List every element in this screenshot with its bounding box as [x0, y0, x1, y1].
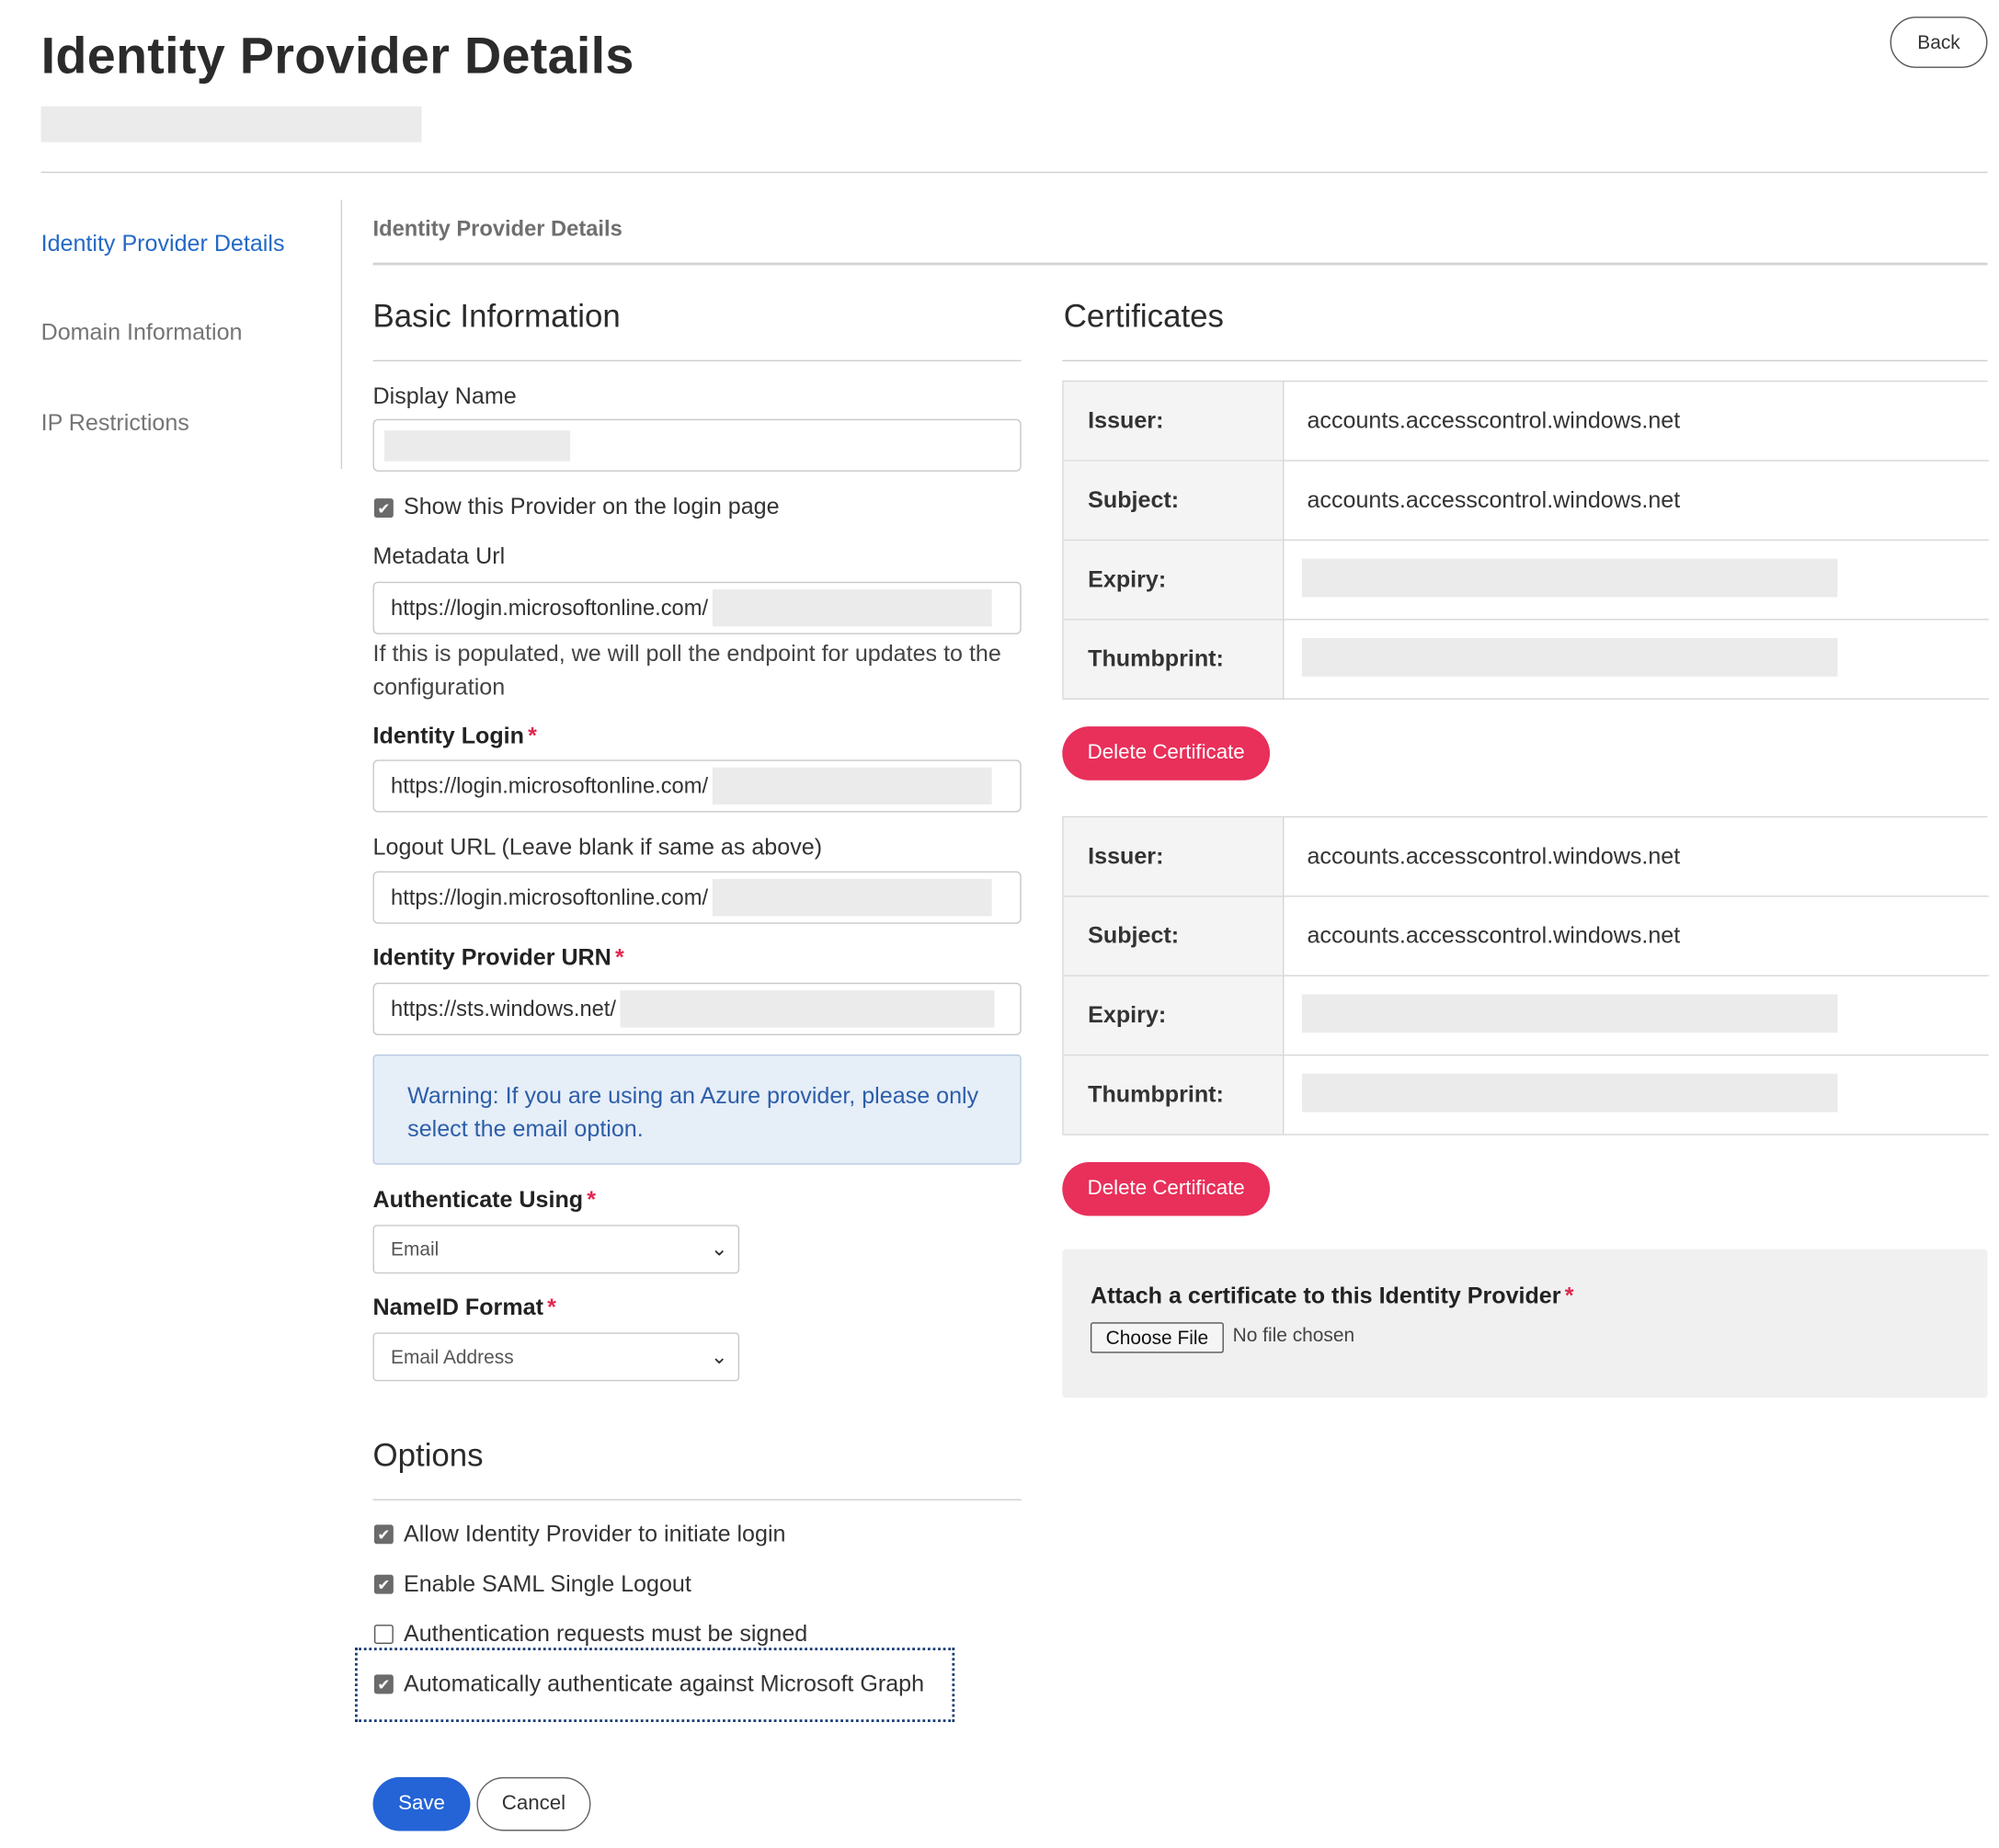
- certificate-table: Issuer: accounts.accesscontrol.windows.n…: [1062, 816, 1989, 1135]
- certificate-table: Issuer: accounts.accesscontrol.windows.n…: [1062, 380, 1989, 700]
- idp-urn-label: Identity Provider URN *: [372, 944, 624, 970]
- saml-single-logout-checkbox[interactable]: ✔: [373, 1574, 394, 1594]
- saml-single-logout-label: Enable SAML Single Logout: [403, 1570, 691, 1597]
- cert-thumbprint-redacted: [1301, 638, 1838, 677]
- idp-urn-redacted: [620, 990, 995, 1028]
- authenticate-using-select[interactable]: Email ⌄: [372, 1225, 740, 1274]
- cert-subject-value: accounts.accesscontrol.windows.net: [1307, 922, 1681, 949]
- check-icon: ✔: [377, 1575, 391, 1593]
- display-name-input[interactable]: [372, 418, 1022, 472]
- attach-certificate-panel: Attach a certificate to this Identity Pr…: [1062, 1249, 1988, 1398]
- cert-issuer-value: accounts.accesscontrol.windows.net: [1307, 842, 1681, 869]
- logout-url-input[interactable]: https://login.microsoftonline.com/: [372, 871, 1022, 924]
- metadata-url-input[interactable]: https://login.microsoftonline.com/: [372, 581, 1022, 634]
- nameid-format-label: NameID Format *: [372, 1294, 556, 1320]
- display-name-redacted: [384, 429, 571, 461]
- idp-urn-input[interactable]: https://sts.windows.net/: [372, 982, 1022, 1036]
- show-provider-checkbox[interactable]: ✔: [373, 498, 394, 519]
- cert-thumbprint-row: Thumbprint:: [1063, 620, 1989, 700]
- identity-login-input[interactable]: https://login.microsoftonline.com/: [372, 759, 1022, 813]
- cert-expiry-redacted: [1301, 558, 1838, 598]
- cert-thumbprint-row: Thumbprint:: [1063, 1055, 1989, 1135]
- cert-subject-value: accounts.accesscontrol.windows.net: [1307, 486, 1681, 513]
- delete-certificate-button[interactable]: Delete Certificate: [1062, 1161, 1271, 1216]
- metadata-url-label: Metadata Url: [372, 542, 506, 569]
- azure-warning: Warning: If you are using an Azure provi…: [372, 1054, 1022, 1165]
- chevron-down-icon: ⌄: [710, 1238, 728, 1261]
- basic-information-divider: [372, 359, 1022, 361]
- header-divider: [40, 171, 1988, 174]
- cancel-button[interactable]: Cancel: [476, 1776, 591, 1831]
- identity-login-value: https://login.microsoftonline.com/: [391, 773, 709, 798]
- certificates-heading: Certificates: [1063, 298, 1224, 335]
- delete-certificate-button[interactable]: Delete Certificate: [1062, 726, 1271, 781]
- allow-idp-initiate-checkbox[interactable]: ✔: [373, 1524, 394, 1545]
- cert-expiry-key: Expiry:: [1063, 541, 1285, 620]
- no-file-chosen-text: No file chosen: [1232, 1324, 1355, 1347]
- cert-issuer-key: Issuer:: [1063, 382, 1285, 461]
- ms-graph-auth-checkbox[interactable]: ✔: [373, 1674, 394, 1694]
- cert-subject-key: Subject:: [1063, 461, 1285, 540]
- display-name-label: Display Name: [372, 382, 517, 409]
- logout-url-label: Logout URL (Leave blank if same as above…: [372, 834, 823, 861]
- logout-url-value: https://login.microsoftonline.com/: [391, 884, 709, 909]
- cert-subject-row: Subject: accounts.accesscontrol.windows.…: [1063, 896, 1989, 976]
- cert-expiry-key: Expiry:: [1063, 975, 1285, 1055]
- metadata-url-value: https://login.microsoftonline.com/: [391, 595, 709, 620]
- basic-information-heading: Basic Information: [372, 298, 621, 335]
- cert-issuer-row: Issuer: accounts.accesscontrol.windows.n…: [1063, 817, 1989, 897]
- check-icon: ✔: [377, 498, 391, 518]
- choose-file-button[interactable]: Choose File: [1090, 1322, 1224, 1353]
- check-icon: ✔: [377, 1675, 391, 1694]
- cert-issuer-value: accounts.accesscontrol.windows.net: [1307, 407, 1681, 434]
- page-title: Identity Provider Details: [40, 28, 634, 85]
- save-button[interactable]: Save: [372, 1776, 471, 1831]
- metadata-url-help: If this is populated, we will poll the e…: [372, 640, 1001, 700]
- attach-certificate-label: Attach a certificate to this Identity Pr…: [1090, 1282, 1574, 1308]
- cert-issuer-row: Issuer: accounts.accesscontrol.windows.n…: [1063, 382, 1989, 462]
- idp-urn-value: https://sts.windows.net/: [391, 996, 616, 1021]
- identity-login-label: Identity Login *: [372, 722, 537, 748]
- cert-subject-key: Subject:: [1063, 896, 1285, 975]
- sidebar-item-domain-information[interactable]: Domain Information: [41, 319, 243, 346]
- cert-expiry-row: Expiry:: [1063, 975, 1989, 1056]
- certificates-divider: [1062, 359, 1988, 361]
- sidebar-divider: [340, 200, 343, 470]
- auth-requests-signed-label: Authentication requests must be signed: [403, 1620, 808, 1647]
- breadcrumb: Identity Provider Details: [372, 216, 623, 241]
- metadata-url-redacted: [712, 589, 992, 627]
- identity-login-redacted: [712, 767, 992, 805]
- sidebar-item-ip-restrictions[interactable]: IP Restrictions: [41, 410, 189, 437]
- auth-requests-signed-checkbox[interactable]: [373, 1625, 394, 1644]
- chevron-down-icon: ⌄: [710, 1346, 728, 1369]
- allow-idp-initiate-label: Allow Identity Provider to initiate logi…: [403, 1521, 786, 1547]
- back-button[interactable]: Back: [1890, 17, 1988, 68]
- cert-expiry-redacted: [1301, 994, 1838, 1033]
- nameid-format-value: Email Address: [391, 1345, 514, 1368]
- check-icon: ✔: [377, 1525, 391, 1544]
- cert-expiry-row: Expiry:: [1063, 541, 1989, 621]
- nameid-format-select[interactable]: Email Address ⌄: [372, 1332, 740, 1382]
- cert-thumbprint-key: Thumbprint:: [1063, 620, 1285, 699]
- logout-url-redacted: [712, 879, 992, 917]
- cert-thumbprint-key: Thumbprint:: [1063, 1055, 1285, 1135]
- options-heading: Options: [372, 1437, 484, 1474]
- cert-subject-row: Subject: accounts.accesscontrol.windows.…: [1063, 461, 1989, 542]
- show-provider-label: Show this Provider on the login page: [403, 493, 780, 519]
- ms-graph-auth-label: Automatically authenticate against Micro…: [403, 1671, 925, 1697]
- sidebar-item-identity-provider-details[interactable]: Identity Provider Details: [41, 231, 285, 257]
- breadcrumb-divider: [372, 262, 1988, 266]
- page-subtitle-redacted: [40, 106, 422, 143]
- authenticate-using-value: Email: [391, 1238, 440, 1261]
- cert-issuer-key: Issuer:: [1063, 817, 1285, 896]
- cert-thumbprint-redacted: [1301, 1073, 1838, 1112]
- authenticate-using-label: Authenticate Using *: [372, 1186, 597, 1213]
